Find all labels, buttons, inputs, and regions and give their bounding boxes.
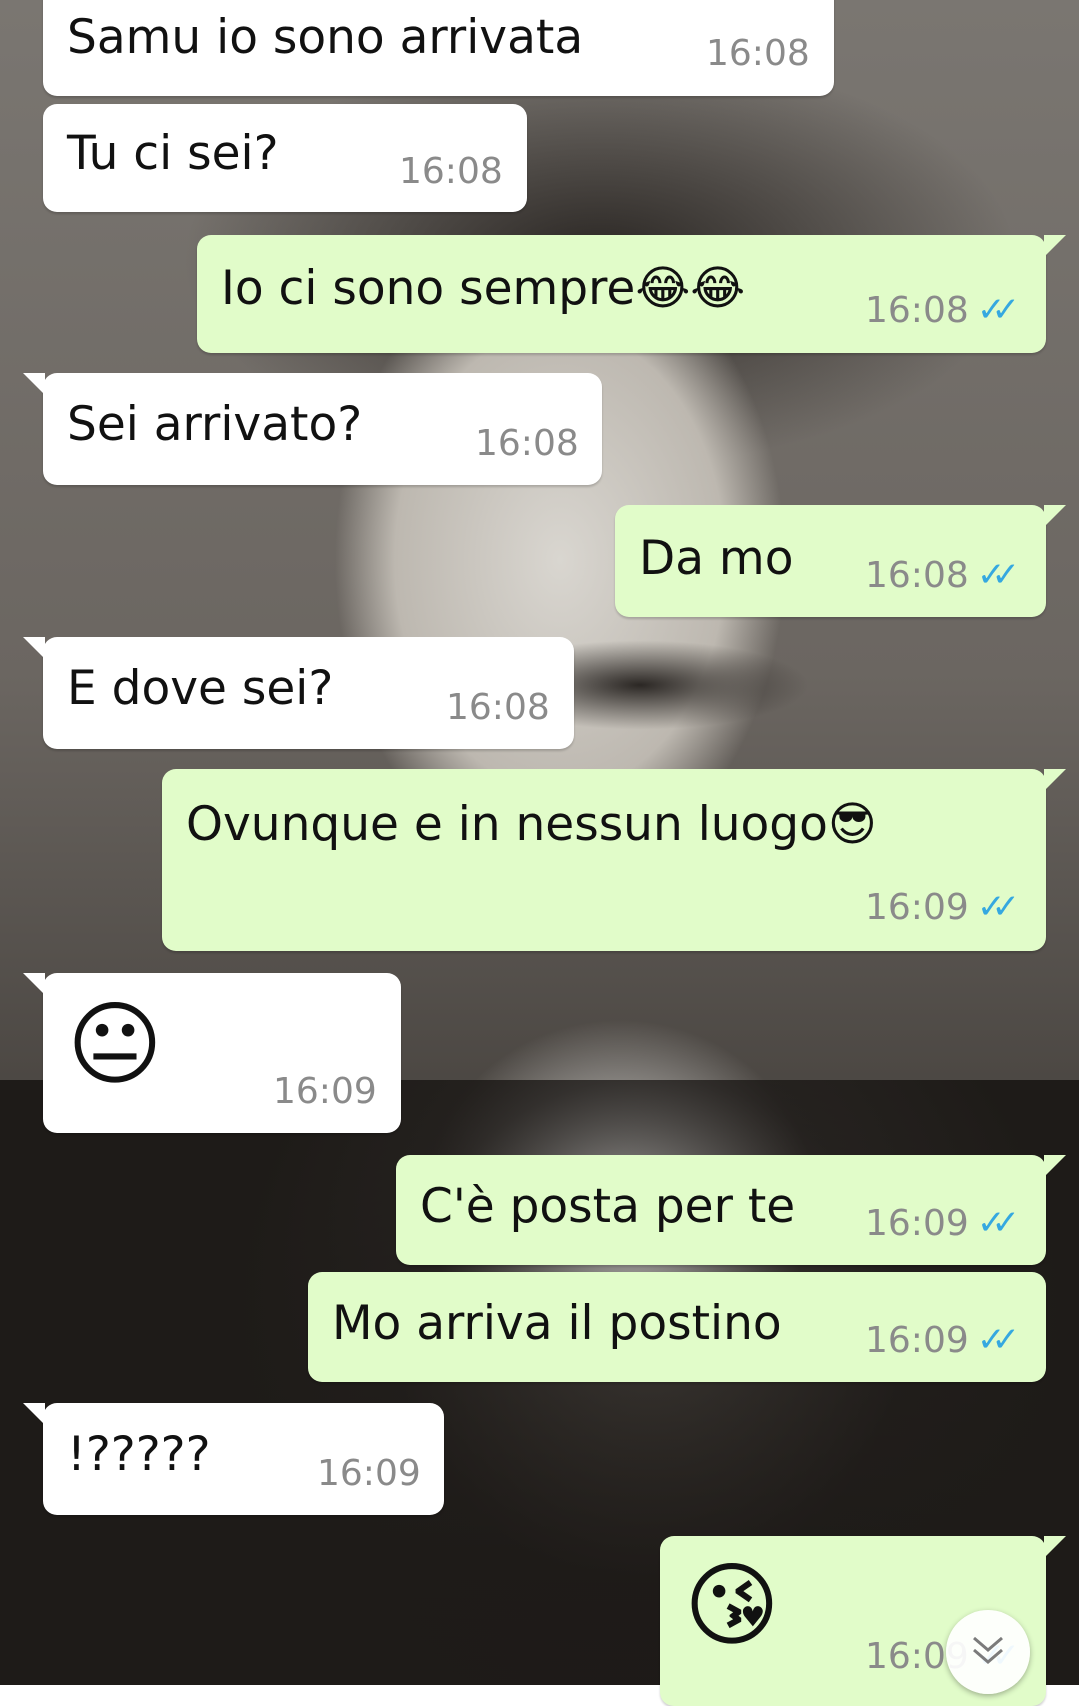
outgoing-message[interactable]: Da mo 16:08 ✓✓ xyxy=(615,505,1066,617)
read-receipt-icon: ✓✓ xyxy=(977,1320,1020,1360)
incoming-message[interactable]: E dove sei? 16:08 xyxy=(23,637,574,749)
message-text: !????? xyxy=(67,1427,211,1482)
message-text: Samu io sono arrivata xyxy=(67,10,584,65)
message-time: 16:09 xyxy=(865,1203,969,1244)
message-time: 16:08 xyxy=(446,687,550,728)
incoming-message[interactable]: Tu ci sei? 16:08 xyxy=(43,104,527,212)
read-receipt-icon: ✓✓ xyxy=(977,1203,1020,1243)
outgoing-message[interactable]: Io ci sono sempre😂😂 16:08 ✓✓ xyxy=(197,235,1066,353)
read-receipt-icon: ✓✓ xyxy=(977,555,1020,595)
message-text: Mo arriva il postino xyxy=(332,1296,782,1351)
message-time: 16:08 xyxy=(865,290,969,331)
message-text: Sei arrivato? xyxy=(67,397,363,452)
chevron-down-icon xyxy=(973,1636,1003,1664)
read-receipt-icon: ✓✓ xyxy=(977,887,1020,927)
message-text: E dove sei? xyxy=(67,661,334,716)
scroll-to-bottom-button[interactable] xyxy=(946,1610,1030,1694)
message-text: Io ci sono sempre😂😂 xyxy=(221,261,746,316)
message-time: 16:08 xyxy=(706,33,810,74)
message-text: C'è posta per te xyxy=(420,1179,796,1234)
read-receipt-icon: ✓✓ xyxy=(977,290,1020,330)
outgoing-message[interactable]: Mo arriva il postino 16:09 ✓✓ xyxy=(308,1272,1046,1382)
incoming-message[interactable]: !????? 16:09 xyxy=(23,1403,444,1515)
message-time: 16:09 xyxy=(317,1453,421,1494)
message-emoji: 😐 xyxy=(67,991,163,1098)
message-time: 16:08 xyxy=(475,423,579,464)
incoming-message[interactable]: 😐 16:09 xyxy=(23,973,401,1133)
message-time: 16:08 xyxy=(865,555,969,596)
outgoing-message[interactable]: C'è posta per te 16:09 ✓✓ xyxy=(396,1155,1066,1265)
message-time: 16:09 xyxy=(865,887,969,928)
message-time: 16:09 xyxy=(865,1320,969,1361)
incoming-message[interactable]: Sei arrivato? 16:08 xyxy=(23,373,602,485)
message-time: 16:09 xyxy=(273,1071,377,1112)
incoming-message[interactable]: Samu io sono arrivata 16:08 xyxy=(43,0,834,96)
message-text: Tu ci sei? xyxy=(67,126,279,181)
outgoing-message[interactable]: Ovunque e in nessun luogo😎 16:09 ✓✓ xyxy=(162,769,1066,951)
message-text: Ovunque e in nessun luogo😎 xyxy=(186,797,877,852)
message-text: Da mo xyxy=(639,531,794,586)
message-time: 16:08 xyxy=(399,151,503,192)
message-emoji: 😘 xyxy=(684,1552,780,1659)
